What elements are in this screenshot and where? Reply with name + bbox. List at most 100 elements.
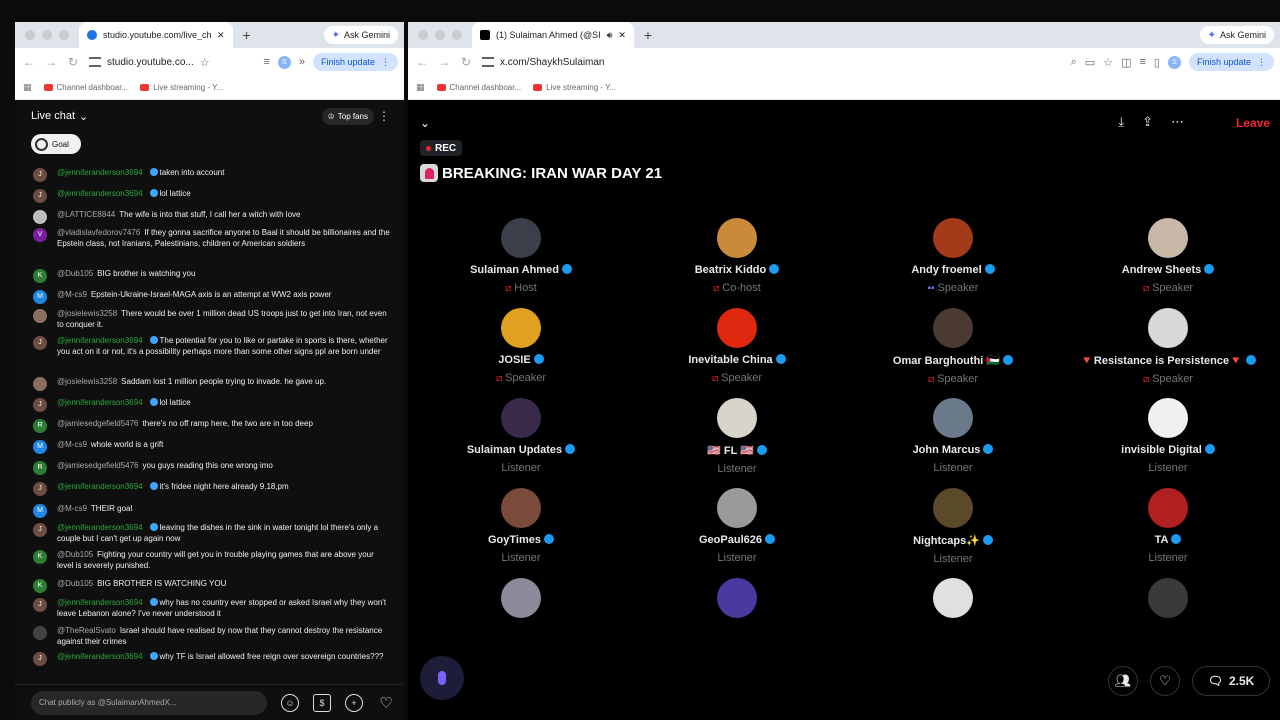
chat-author[interactable]: @Dub105 [57, 269, 93, 278]
profile-avatar[interactable]: S [277, 55, 291, 69]
chat-author[interactable]: @jenniferanderson3694 [57, 482, 143, 491]
participant[interactable]: invisible Digital Listener [1068, 398, 1268, 474]
forward-button[interactable]: → [45, 55, 57, 69]
participant-avatar[interactable] [1148, 488, 1188, 528]
participant[interactable]: GoyTimes Listener [421, 488, 621, 564]
participant-avatar[interactable] [933, 578, 973, 618]
chat-author[interactable]: @Dub105 [57, 550, 93, 559]
url-field[interactable]: studio.youtube.co... ☆ [89, 56, 210, 69]
participant[interactable]: GeoPaul626 Listener [637, 488, 837, 564]
bookmark-star-icon[interactable]: ☆ [1103, 56, 1113, 69]
avatar[interactable]: J [33, 652, 47, 666]
chat-author[interactable]: @jenniferanderson3694 [57, 598, 143, 607]
avatar[interactable]: R [33, 461, 47, 475]
zoom-icon[interactable]: ⌕ [1071, 56, 1077, 69]
site-settings-icon[interactable] [482, 57, 494, 67]
chat-message[interactable]: M @M-cs9 THEIR goal [33, 504, 390, 518]
avatar[interactable]: K [33, 550, 47, 564]
avatar[interactable] [33, 309, 47, 323]
participant[interactable]: Inevitable China ⧄ Speaker [637, 308, 837, 384]
avatar[interactable]: J [33, 482, 47, 496]
chat-message[interactable]: J @jenniferanderson3694 it's fridee night … [33, 482, 390, 496]
participant[interactable] [421, 578, 621, 618]
participant[interactable]: John Marcus Listener [853, 398, 1053, 474]
super-chat-icon[interactable]: $ [313, 693, 331, 712]
avatar[interactable]: J [33, 398, 47, 412]
new-tab-button[interactable]: + [644, 27, 652, 43]
avatar[interactable]: K [33, 579, 47, 593]
minimize-space-icon[interactable]: ⤓ [1118, 114, 1124, 130]
chat-message[interactable]: J @jenniferanderson3694 why TF is Israel a… [33, 652, 390, 666]
url-field[interactable]: x.com/ShaykhSulaiman [482, 57, 605, 68]
avatar[interactable]: M [33, 504, 47, 518]
avatar[interactable] [33, 377, 47, 391]
chat-author[interactable]: @jenniferanderson3694 [57, 168, 143, 177]
chat-message[interactable]: V @vladislavfedorov7476 If they gonna sacr… [33, 228, 390, 249]
reload-button[interactable]: ↻ [460, 55, 472, 69]
chat-message[interactable]: J @jenniferanderson3694 The potential for … [33, 336, 390, 357]
split-view-icon[interactable]: ▯ [1154, 56, 1160, 69]
participant[interactable]: TA Listener [1068, 488, 1268, 564]
chat-message[interactable]: J @jenniferanderson3694 why has no country… [33, 598, 390, 619]
chat-message[interactable]: @LATTICE8844 The wife is into that stuff,… [33, 210, 390, 224]
chat-author[interactable]: @M-cs9 [57, 504, 87, 513]
participant-avatar[interactable] [717, 488, 757, 528]
participant-avatar[interactable] [1148, 398, 1188, 438]
chat-more-options-icon[interactable]: ⋮ [378, 109, 390, 123]
close-tab-icon[interactable]: ✕ [618, 30, 626, 41]
back-button[interactable]: ← [416, 55, 428, 69]
speaker-icon[interactable]: 🔊︎ [607, 30, 613, 41]
leave-button[interactable]: Leave [1236, 116, 1270, 130]
participant-avatar[interactable] [717, 308, 757, 348]
chat-message[interactable]: J @jenniferanderson3694 lol lattice [33, 398, 390, 412]
participant-avatar[interactable] [501, 488, 541, 528]
extensions-overflow-icon[interactable]: » [299, 56, 305, 68]
chat-message[interactable]: R @jamiesedgefield5476 there's no off ramp… [33, 419, 390, 433]
chat-author[interactable]: @jamiesedgefield5476 [57, 419, 139, 428]
side-panel-icon[interactable]: ◫ [1121, 56, 1131, 69]
browser-tab-youtube[interactable]: studio.youtube.com/live_chat ✕ [79, 22, 233, 48]
finish-update-button[interactable]: Finish update ⋮ [312, 53, 398, 71]
close-window-button[interactable] [418, 30, 428, 40]
share-icon[interactable]: ⇪ [1142, 114, 1153, 130]
cast-icon[interactable]: ▭ [1085, 56, 1095, 69]
participant-avatar[interactable] [717, 218, 757, 258]
collapse-chevron-icon[interactable]: ⌄ [420, 116, 430, 130]
participant-avatar[interactable] [1148, 308, 1188, 348]
reload-button[interactable]: ↻ [67, 55, 79, 69]
site-settings-icon[interactable] [89, 57, 101, 67]
chat-message[interactable]: @josielewis3258 There would be over 1 mil… [33, 309, 390, 330]
chat-message[interactable]: M @M-cs9 Epstein-Ukraine-Israel-MAGA axis … [33, 290, 390, 304]
ask-gemini-button[interactable]: ✦ Ask Gemini [1199, 26, 1274, 44]
chat-author[interactable]: @TheRealSvato [57, 626, 116, 635]
microphone-button[interactable] [420, 656, 464, 700]
participant[interactable] [637, 578, 837, 618]
chat-message[interactable]: K @Dub105 BIG brother is watching you [33, 269, 390, 283]
add-icon[interactable]: + [345, 693, 363, 712]
avatar[interactable]: J [33, 598, 47, 612]
participant-avatar[interactable] [717, 398, 757, 438]
participant[interactable]: Nightcaps✨ Listener [853, 488, 1053, 565]
media-control-icon[interactable]: ≡ [1139, 56, 1145, 68]
participant-avatar[interactable] [933, 398, 973, 438]
chat-author[interactable]: @M-cs9 [57, 440, 87, 449]
bookmark-live-streaming[interactable]: Live streaming - Y... [533, 83, 616, 92]
avatar[interactable]: J [33, 168, 47, 182]
avatar[interactable]: M [33, 440, 47, 454]
ask-gemini-button[interactable]: ✦ Ask Gemini [323, 26, 398, 44]
participant-avatar[interactable] [501, 308, 541, 348]
avatar[interactable]: K [33, 269, 47, 283]
close-tab-icon[interactable]: ✕ [217, 30, 225, 41]
avatar[interactable]: J [33, 189, 47, 203]
chat-author[interactable]: @jenniferanderson3694 [57, 398, 143, 407]
bookmark-live-streaming[interactable]: Live streaming - Y... [140, 83, 223, 92]
avatar[interactable] [33, 626, 47, 640]
participant-avatar[interactable] [501, 398, 541, 438]
participant[interactable]: Beatrix Kiddo ⧄ Co-host [637, 218, 837, 294]
bookmark-star-icon[interactable]: ☆ [200, 56, 210, 69]
chat-input[interactable]: Chat publicly as @SulaimanAhmedX... [31, 690, 267, 715]
chat-message[interactable]: J @jenniferanderson3694 leaving the dishes… [33, 523, 390, 544]
avatar[interactable]: V [33, 228, 47, 242]
chat-author[interactable]: @jenniferanderson3694 [57, 189, 143, 198]
chat-author[interactable]: @josielewis3258 [57, 309, 117, 318]
